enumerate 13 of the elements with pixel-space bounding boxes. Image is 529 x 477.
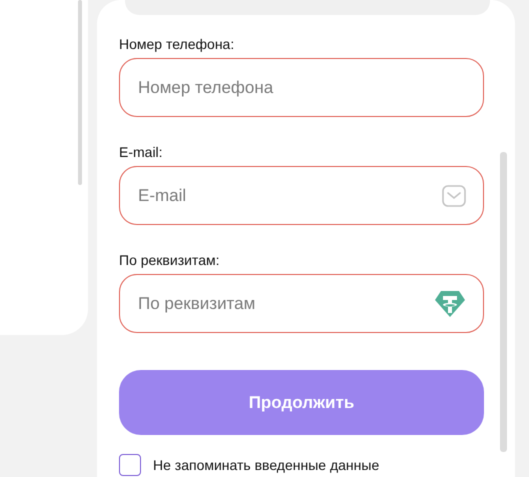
field-label: E-mail: xyxy=(119,144,164,160)
scrollbar[interactable] xyxy=(500,152,507,452)
checkbox-label: Не запоминать введенные данные xyxy=(153,457,380,473)
scrollbar[interactable] xyxy=(78,0,82,185)
checkbox[interactable] xyxy=(119,454,141,476)
envelope-icon xyxy=(442,184,466,206)
continue-button[interactable]: Продолжить xyxy=(119,370,484,435)
input-field[interactable]: E-mail xyxy=(119,166,484,225)
input-field[interactable]: Номер телефона xyxy=(119,58,484,117)
field-label: По реквизитам: xyxy=(119,252,220,268)
field-label: Номер телефона: xyxy=(119,36,236,52)
input-field[interactable]: По реквизитам xyxy=(119,274,484,333)
tether-icon xyxy=(434,290,466,318)
